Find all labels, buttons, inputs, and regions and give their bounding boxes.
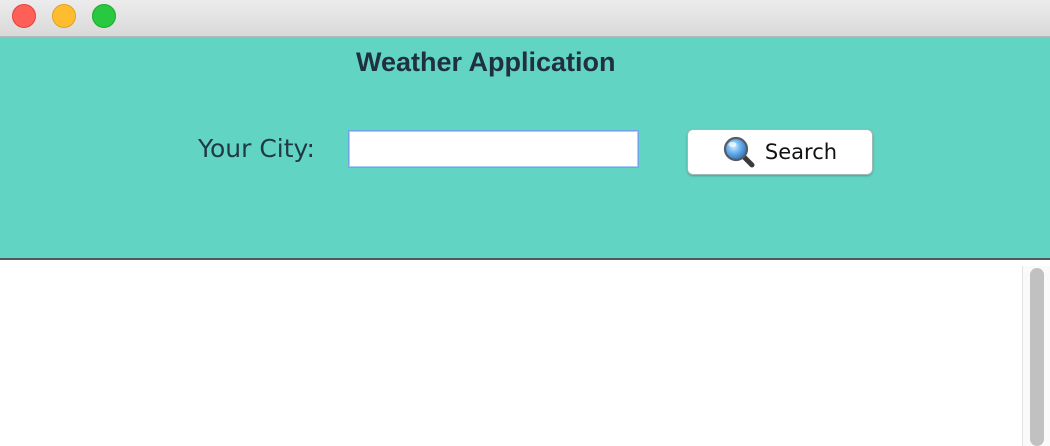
app-window: Weather Application Your City: Search [0, 0, 1050, 446]
close-window-button[interactable] [12, 4, 36, 28]
header-panel: Weather Application Your City: Search [0, 37, 1050, 258]
page-title: Weather Application [356, 47, 616, 77]
city-input[interactable] [348, 130, 639, 168]
magnifier-icon [723, 136, 755, 168]
vertical-scrollbar[interactable] [1022, 266, 1050, 446]
city-label: Your City: [198, 134, 315, 163]
scrollbar-thumb[interactable] [1030, 268, 1044, 446]
search-button[interactable]: Search [687, 129, 873, 175]
minimize-window-button[interactable] [52, 4, 76, 28]
search-button-label: Search [764, 140, 838, 164]
results-area[interactable] [0, 260, 1050, 446]
title-bar[interactable] [0, 0, 1050, 37]
zoom-window-button[interactable] [92, 4, 116, 28]
